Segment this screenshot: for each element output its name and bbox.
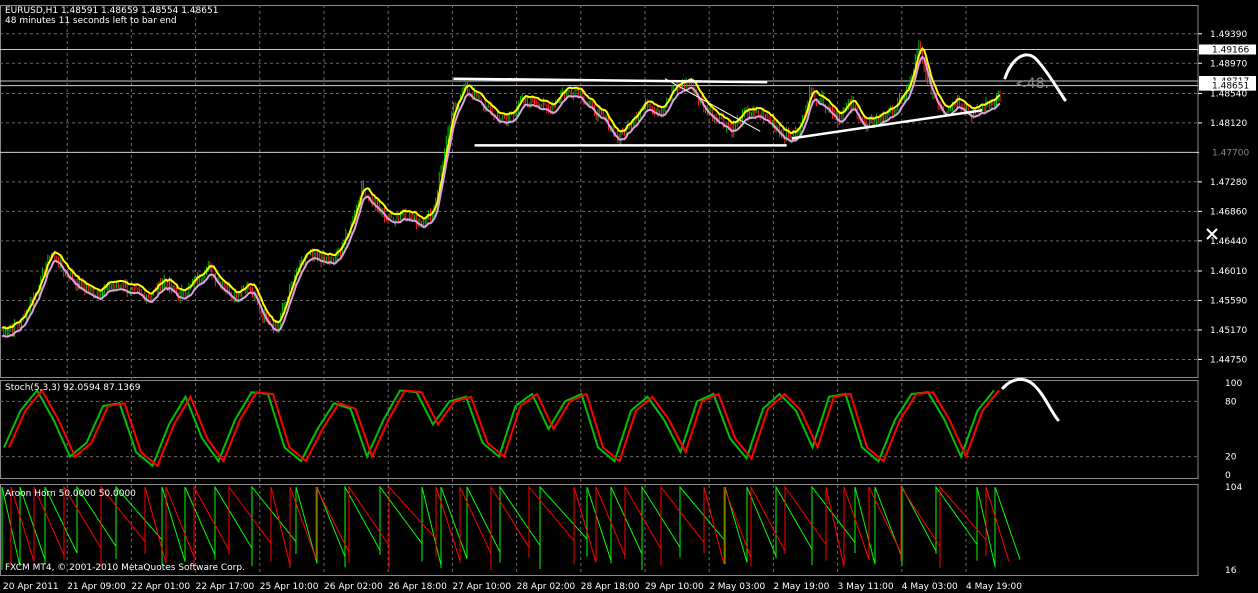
x-tick-label: 2 May 19:00: [773, 582, 829, 592]
x-tick-label: 28 Apr 18:00: [581, 582, 640, 592]
annotation-label: <48.: [1015, 76, 1049, 92]
y-tick-label: 1.47280: [1210, 178, 1247, 188]
y-tick-label: 1.49390: [1210, 30, 1247, 40]
stoch-title: Stoch(5,3,3) 92.0594 87.1369: [5, 383, 141, 393]
x-tick-label: 22 Apr 01:00: [131, 582, 190, 592]
copyright: FXCM MT4, © 2001-2010 MetaQuotes Softwar…: [5, 563, 245, 573]
aroon-y-label: 104: [1225, 483, 1242, 493]
aroon-title: Aroon Horn 50.0000 50.0000: [5, 489, 136, 499]
x-tick-label: 20 Apr 2011: [3, 582, 59, 592]
x-tick-label: 2 May 03:00: [709, 582, 765, 592]
x-tick-label: 4 May 03:00: [902, 582, 958, 592]
price-marker-label: 1.48651: [1212, 82, 1249, 92]
aroon-y-label: 16: [1225, 566, 1237, 576]
price-marker-label: 1.49166: [1212, 45, 1249, 55]
price-marker-label: 1.47700: [1212, 148, 1249, 158]
y-tick-label: 1.44750: [1210, 355, 1247, 365]
stoch-y-label: 20: [1225, 453, 1237, 463]
x-tick-label: 29 Apr 10:00: [645, 582, 704, 592]
x-tick-label: 25 Apr 10:00: [260, 582, 319, 592]
stoch-y-label: 80: [1225, 397, 1237, 407]
symbol-info: EURUSD,H1 1.48591 1.48659 1.48554 1.4865…: [5, 6, 218, 16]
stoch-y-label: 100: [1225, 379, 1242, 389]
bar-timer: 48 minutes 11 seconds left to bar end: [5, 16, 177, 26]
x-tick-label: 22 Apr 17:00: [196, 582, 255, 592]
y-tick-label: 1.45590: [1210, 296, 1247, 306]
x-tick-label: 26 Apr 18:00: [388, 582, 447, 592]
x-tick-label: 28 Apr 02:00: [517, 582, 576, 592]
y-tick-label: 1.46860: [1210, 207, 1247, 217]
y-tick-label: 1.48120: [1210, 119, 1247, 129]
stoch-y-label: 0: [1225, 471, 1231, 481]
y-tick-label: 1.46010: [1210, 267, 1247, 277]
x-tick-label: 4 May 19:00: [966, 582, 1022, 592]
x-tick-label: 21 Apr 09:00: [67, 582, 126, 592]
y-tick-label: 1.48970: [1210, 59, 1247, 69]
x-tick-label: 27 Apr 10:00: [452, 582, 511, 592]
y-tick-label: 1.45170: [1210, 326, 1247, 336]
x-tick-label: 3 May 11:00: [838, 582, 894, 592]
chart-canvas: 20 Apr 2011 21 Apr 09:00 22 Apr 01:00 22 Ap…: [0, 0, 1258, 593]
x-tick-label: 26 Apr 02:00: [324, 582, 383, 592]
